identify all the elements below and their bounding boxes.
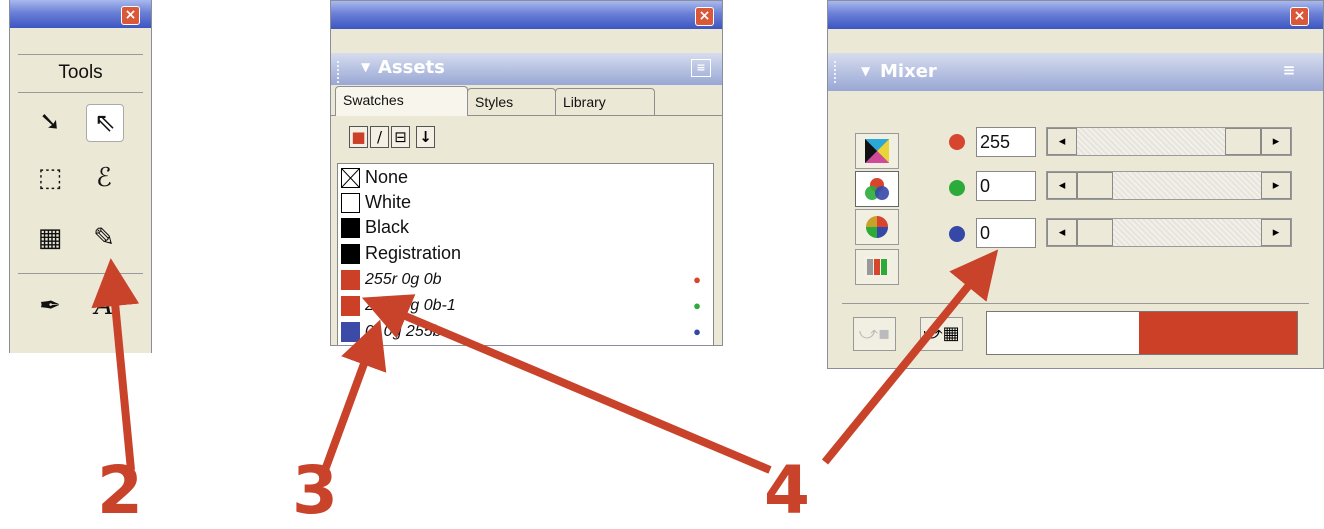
swatch-grid-icon[interactable]: ⤻▦ — [920, 317, 963, 351]
swatch-name: White — [365, 192, 412, 212]
swatch-row-black[interactable]: Black — [341, 216, 711, 239]
arrow-3 — [321, 319, 387, 472]
swatch-white-chip — [341, 193, 360, 213]
swatch-row-red[interactable]: 255r 0g 0b ● — [341, 268, 711, 291]
collapse-arrow-icon[interactable]: ▼ — [861, 64, 870, 78]
previous-color-swatch — [987, 312, 1139, 354]
swatch-red-chip — [341, 270, 360, 290]
mixer-title-bar[interactable]: × — [828, 1, 1323, 29]
swatches-list[interactable]: None White Black Registration 255r 0g 0b… — [337, 163, 714, 345]
swatch-name: Black — [365, 217, 410, 237]
blue-slider[interactable]: ◂ ▸ — [1046, 218, 1292, 247]
tools-title-bar[interactable]: × — [10, 0, 151, 28]
pen-icon[interactable]: ✒ — [32, 288, 68, 324]
tab-library[interactable]: Library — [555, 88, 655, 116]
stroke-color-icon[interactable]: / — [370, 126, 389, 148]
text-icon[interactable]: A — [86, 288, 122, 324]
swatch-name: 255r 0g 0b — [365, 271, 442, 288]
slider-left-arrow-icon[interactable]: ◂ — [1047, 219, 1077, 246]
tab-swatches[interactable]: Swatches — [335, 86, 468, 116]
select-behind-icon[interactable]: ⬚ — [32, 160, 68, 196]
swatch-blue-chip — [341, 322, 360, 342]
swatch-name: None — [365, 167, 409, 187]
eyedropper-icon[interactable]: ✎ — [86, 220, 122, 256]
annotation-label-4: 4 — [764, 452, 810, 529]
swatch-name: 255r 0g 0b-1 — [365, 297, 456, 314]
swatch-none-chip — [341, 168, 360, 188]
blue-slider-thumb[interactable] — [1077, 219, 1113, 246]
mixer-panel: × ▼ Mixer ≡ 255 ◂ ▸ 0 ◂ ▸ 0 ◂ ▸ ⤻▪ ⤻▦ — [827, 0, 1324, 369]
rgb-color-icon: ● — [693, 298, 701, 313]
subselect-icon[interactable]: ⇖ — [86, 104, 124, 142]
red-slider-thumb[interactable] — [1225, 128, 1261, 155]
close-icon[interactable]: × — [121, 6, 140, 25]
green-slider-thumb[interactable] — [1077, 172, 1113, 199]
rgb-mode-icon[interactable] — [855, 171, 899, 207]
blue-value-input[interactable]: 0 — [976, 218, 1036, 248]
swatch-row-none[interactable]: None — [341, 166, 711, 189]
red-value-input[interactable]: 255 — [976, 127, 1036, 157]
assets-panel: × ▼ Assets ≡ Swatches Styles Library ■ /… — [330, 0, 723, 346]
close-icon[interactable]: × — [695, 7, 714, 26]
annotation-label-3: 3 — [292, 452, 338, 529]
assets-panel-header[interactable]: ▼ Assets ≡ — [331, 53, 722, 85]
scale-icon[interactable]: ▦ — [32, 220, 68, 256]
red-channel-icon — [949, 134, 965, 150]
assets-title-bar[interactable]: × — [331, 1, 722, 29]
pointer-icon[interactable]: ➘ — [32, 104, 68, 140]
current-color-swatch — [1139, 312, 1297, 354]
swatch-name: 0r 0g 255b — [365, 323, 442, 340]
tab-styles[interactable]: Styles — [467, 88, 556, 116]
rgb-color-icon: ● — [693, 272, 701, 287]
swatch-registration-chip — [341, 244, 360, 264]
slider-left-arrow-icon[interactable]: ◂ — [1047, 128, 1077, 155]
collapse-arrow-icon[interactable]: ▼ — [361, 60, 370, 74]
slider-left-arrow-icon[interactable]: ◂ — [1047, 172, 1077, 199]
mixer-panel-title: Mixer — [880, 61, 937, 82]
swatch-red-copy-chip — [341, 296, 360, 316]
color-preview — [986, 311, 1298, 355]
blue-channel-icon — [949, 226, 965, 242]
slider-right-arrow-icon[interactable]: ▸ — [1261, 172, 1291, 199]
tint-arrow-icon[interactable]: ↓ — [416, 126, 435, 148]
fill-color-icon[interactable]: ■ — [349, 126, 368, 148]
slider-right-arrow-icon[interactable]: ▸ — [1261, 219, 1291, 246]
annotation-label-2: 2 — [97, 452, 143, 529]
mixer-panel-header[interactable]: ▼ Mixer ≡ — [828, 53, 1323, 91]
close-icon[interactable]: × — [1290, 7, 1309, 26]
panel-menu-icon[interactable]: ≡ — [691, 59, 711, 77]
hsb-mode-icon[interactable] — [855, 209, 899, 245]
add-to-swatches-icon[interactable]: ⤻▪ — [853, 317, 896, 351]
assets-panel-title: Assets — [378, 57, 445, 78]
lasso-icon[interactable]: ℰ — [86, 160, 122, 196]
grayscale-mode-icon[interactable] — [855, 249, 899, 285]
panel-menu-icon[interactable]: ≡ — [1280, 63, 1298, 79]
swatch-row-white[interactable]: White — [341, 191, 711, 214]
rgb-color-icon: ● — [693, 324, 701, 339]
cmyk-mode-icon[interactable] — [855, 133, 899, 169]
slider-right-arrow-icon[interactable]: ▸ — [1261, 128, 1291, 155]
swatch-row-registration[interactable]: Registration — [341, 242, 711, 265]
swatch-row-red-copy[interactable]: 255r 0g 0b-1 ● — [341, 294, 711, 317]
green-value-input[interactable]: 0 — [976, 171, 1036, 201]
green-slider[interactable]: ◂ ▸ — [1046, 171, 1292, 200]
tools-title: Tools — [58, 62, 103, 83]
tools-panel: × Tools ➘ ⇖ ⬚ ℰ ▦ ✎ ✒ A — [9, 0, 152, 353]
green-channel-icon — [949, 180, 965, 196]
red-slider[interactable]: ◂ ▸ — [1046, 127, 1292, 156]
swatch-black-chip — [341, 218, 360, 238]
both-colors-icon[interactable]: ⊟ — [391, 126, 410, 148]
swatch-name: Registration — [365, 243, 462, 263]
swatch-row-blue[interactable]: 0r 0g 255b ● — [341, 320, 711, 343]
